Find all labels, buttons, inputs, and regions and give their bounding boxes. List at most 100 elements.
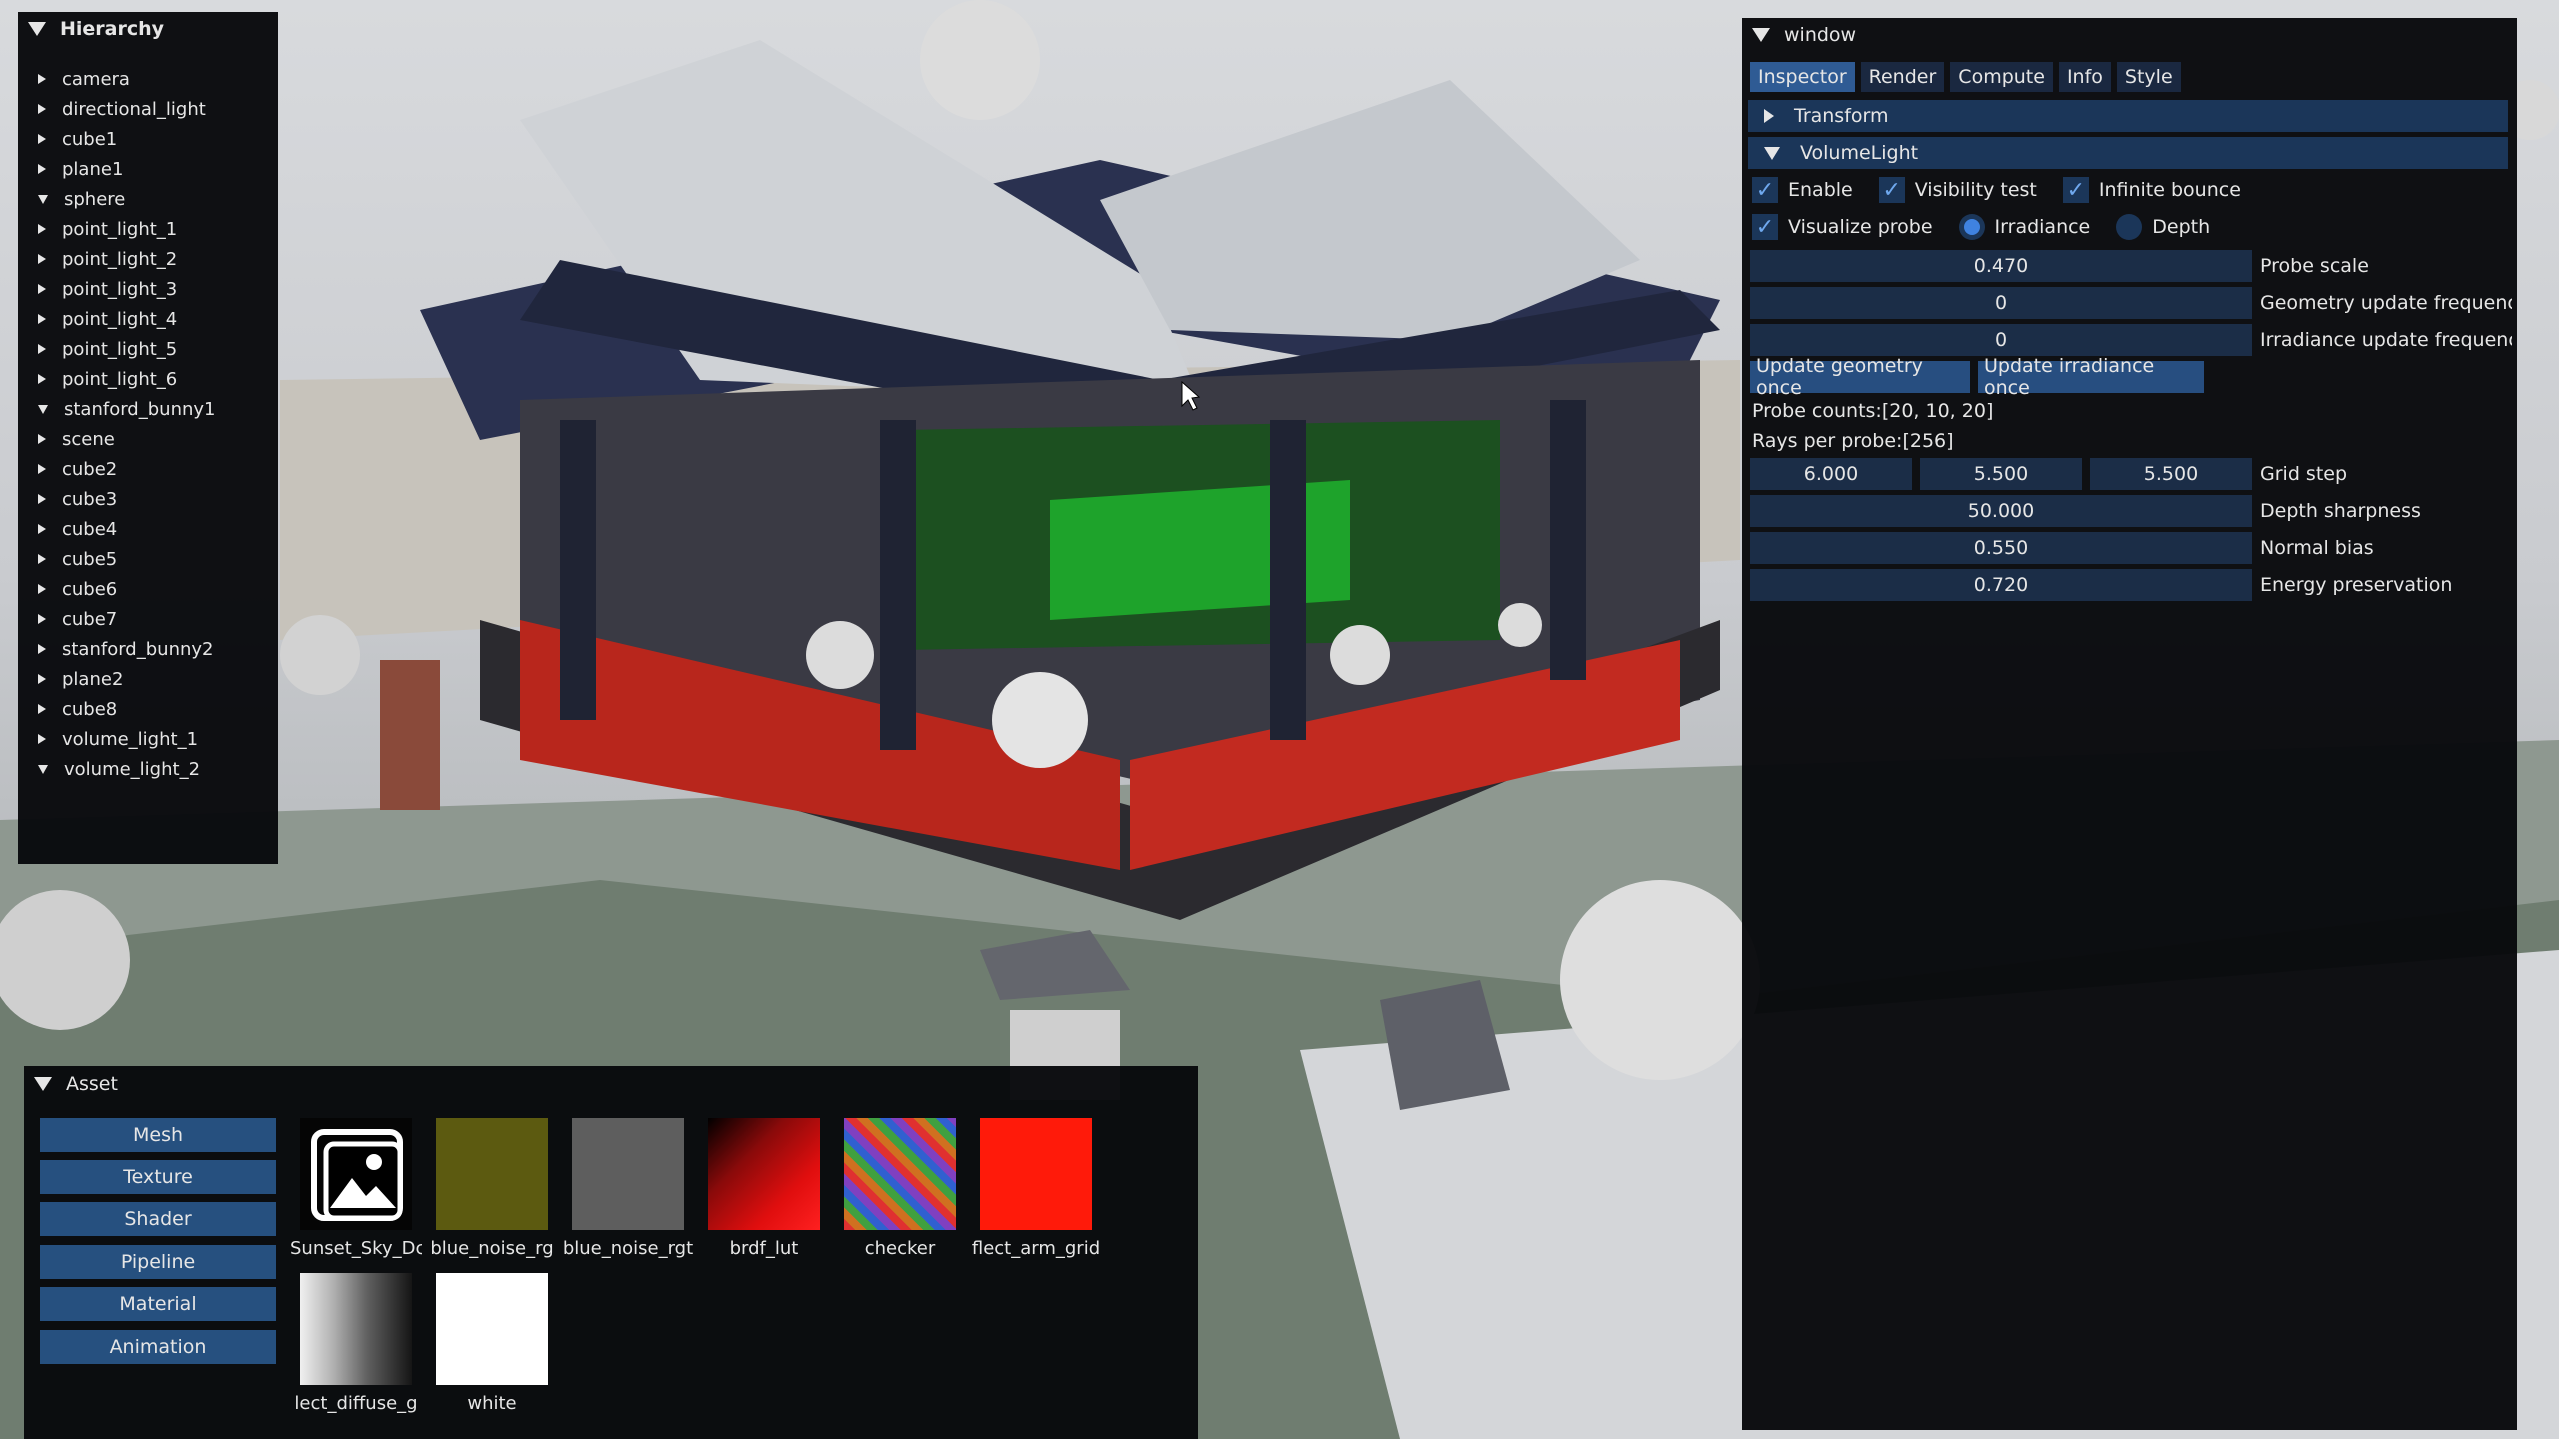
chevron-right-icon[interactable] bbox=[38, 74, 46, 84]
tree-item[interactable]: volume_light_2 bbox=[38, 754, 200, 784]
tree-item-label: cube1 bbox=[62, 128, 118, 150]
enable-checkbox[interactable]: ✓ bbox=[1752, 177, 1778, 203]
category-pipeline-button[interactable]: Pipeline bbox=[40, 1245, 276, 1279]
tab-render[interactable]: Render bbox=[1860, 62, 1945, 92]
chevron-right-icon[interactable] bbox=[38, 224, 46, 234]
texture-thumb-blue-noise-2[interactable] bbox=[572, 1118, 684, 1230]
update-geometry-button[interactable]: Update geometry once bbox=[1750, 355, 1970, 399]
tree-item[interactable]: cube3 bbox=[38, 484, 117, 514]
tab-compute[interactable]: Compute bbox=[1950, 62, 2053, 92]
grid-step-y-input[interactable]: 5.500 bbox=[1920, 458, 2082, 490]
update-irradiance-button[interactable]: Update irradiance once bbox=[1978, 355, 2204, 399]
tab-info[interactable]: Info bbox=[2058, 62, 2111, 92]
tree-item[interactable]: plane2 bbox=[38, 664, 123, 694]
visibility-test-checkbox[interactable]: ✓ bbox=[1878, 177, 1905, 203]
texture-thumb-checker[interactable] bbox=[844, 1118, 956, 1230]
depth-sharpness-input[interactable]: 50.000 bbox=[1750, 495, 2252, 527]
tree-item[interactable]: camera bbox=[38, 64, 130, 94]
category-animation-button[interactable]: Animation bbox=[40, 1330, 276, 1364]
volumelight-section-header[interactable]: VolumeLight bbox=[1748, 137, 2508, 169]
texture-thumb-white[interactable] bbox=[436, 1273, 548, 1385]
tree-item[interactable]: point_light_1 bbox=[38, 214, 177, 244]
image-icon bbox=[311, 1129, 403, 1221]
chevron-right-icon[interactable] bbox=[38, 554, 46, 564]
chevron-right-icon[interactable] bbox=[38, 314, 46, 324]
transform-section-header[interactable]: Transform bbox=[1748, 100, 2508, 132]
tree-item[interactable]: point_light_5 bbox=[38, 334, 177, 364]
chevron-right-icon[interactable] bbox=[38, 584, 46, 594]
tree-item[interactable]: sphere bbox=[38, 184, 125, 214]
category-texture-button[interactable]: Texture bbox=[40, 1160, 276, 1194]
tree-item[interactable]: point_light_6 bbox=[38, 364, 177, 394]
energy-preservation-input[interactable]: 0.720 bbox=[1750, 569, 2252, 601]
chevron-right-icon[interactable] bbox=[38, 104, 46, 114]
tree-item[interactable]: plane1 bbox=[38, 154, 123, 184]
tree-item-label: point_light_6 bbox=[62, 368, 178, 390]
chevron-down-icon[interactable] bbox=[38, 404, 48, 414]
texture-thumb-brdf-lut[interactable] bbox=[708, 1118, 820, 1230]
chevron-right-icon[interactable] bbox=[38, 434, 46, 444]
chevron-down-icon[interactable] bbox=[38, 764, 48, 774]
tree-item[interactable]: point_light_4 bbox=[38, 304, 177, 334]
infinite-bounce-checkbox[interactable]: ✓ bbox=[2062, 177, 2089, 203]
collapse-icon[interactable] bbox=[28, 22, 46, 36]
category-material-button[interactable]: Material bbox=[40, 1287, 276, 1321]
category-mesh-button[interactable]: Mesh bbox=[40, 1118, 276, 1152]
chevron-right-icon[interactable] bbox=[38, 734, 46, 744]
collapse-icon[interactable] bbox=[1752, 28, 1770, 42]
tab-style[interactable]: Style bbox=[2116, 62, 2181, 92]
tree-item[interactable]: cube4 bbox=[38, 514, 117, 544]
chevron-right-icon[interactable] bbox=[38, 644, 46, 654]
window-header[interactable]: window bbox=[1742, 18, 2517, 52]
tree-item-label: camera bbox=[62, 68, 130, 90]
texture-thumb-sunset-sky[interactable] bbox=[300, 1118, 412, 1230]
chevron-right-icon[interactable] bbox=[38, 614, 46, 624]
chevron-right-icon[interactable] bbox=[38, 464, 46, 474]
tab-inspector[interactable]: Inspector bbox=[1750, 62, 1855, 92]
asset-header[interactable]: Asset bbox=[24, 1066, 1198, 1102]
chevron-right-icon[interactable] bbox=[38, 374, 46, 384]
chevron-right-icon[interactable] bbox=[38, 284, 46, 294]
tree-item[interactable]: cube8 bbox=[38, 694, 117, 724]
tree-item[interactable]: scene bbox=[38, 424, 115, 454]
tree-item[interactable]: cube1 bbox=[38, 124, 117, 154]
chevron-right-icon[interactable] bbox=[38, 344, 46, 354]
tree-item-label: point_light_5 bbox=[62, 338, 178, 360]
normal-bias-input[interactable]: 0.550 bbox=[1750, 532, 2252, 564]
geometry-frequency-input[interactable]: 0 bbox=[1750, 287, 2252, 319]
asset-title: Asset bbox=[66, 1073, 118, 1095]
grid-step-x-input[interactable]: 6.000 bbox=[1750, 458, 1912, 490]
tree-item[interactable]: stanford_bunny1 bbox=[38, 394, 216, 424]
enable-label: Enable bbox=[1788, 179, 1853, 201]
texture-thumb-reflect-arm[interactable] bbox=[980, 1118, 1092, 1230]
chevron-right-icon[interactable] bbox=[38, 134, 46, 144]
chevron-down-icon[interactable] bbox=[38, 194, 48, 204]
texture-thumb-blue-noise-1[interactable] bbox=[436, 1118, 548, 1230]
chevron-right-icon[interactable] bbox=[38, 254, 46, 264]
tree-item[interactable]: volume_light_1 bbox=[38, 724, 198, 754]
depth-radio[interactable] bbox=[2116, 214, 2143, 240]
category-shader-button[interactable]: Shader bbox=[40, 1202, 276, 1236]
grid-step-z-input[interactable]: 5.500 bbox=[2090, 458, 2252, 490]
irradiance-radio[interactable] bbox=[1958, 214, 1985, 240]
chevron-right-icon[interactable] bbox=[38, 494, 46, 504]
tree-item[interactable]: cube2 bbox=[38, 454, 117, 484]
tree-item[interactable]: point_light_2 bbox=[38, 244, 177, 274]
tree-item[interactable]: cube6 bbox=[38, 574, 117, 604]
texture-thumb-reflect-diffuse[interactable] bbox=[300, 1273, 412, 1385]
tree-item[interactable]: cube7 bbox=[38, 604, 117, 634]
visualize-probe-checkbox[interactable]: ✓ bbox=[1752, 214, 1778, 240]
tree-item[interactable]: stanford_bunny2 bbox=[38, 634, 214, 664]
chevron-right-icon[interactable] bbox=[38, 674, 46, 684]
chevron-right-icon[interactable] bbox=[38, 524, 46, 534]
chevron-right-icon[interactable] bbox=[38, 164, 46, 174]
collapse-icon[interactable] bbox=[34, 1077, 52, 1091]
tree-item[interactable]: point_light_3 bbox=[38, 274, 177, 304]
hierarchy-header[interactable]: Hierarchy bbox=[18, 12, 278, 46]
tree-item[interactable]: cube5 bbox=[38, 544, 117, 574]
irradiance-frequency-input[interactable]: 0 bbox=[1750, 324, 2252, 356]
probe-scale-input[interactable]: 0.470 bbox=[1750, 250, 2252, 282]
tree-item[interactable]: directional_light bbox=[38, 94, 206, 124]
asset-panel: Asset Mesh Texture Shader Pipeline Mater… bbox=[24, 1066, 1198, 1439]
chevron-right-icon[interactable] bbox=[38, 704, 46, 714]
